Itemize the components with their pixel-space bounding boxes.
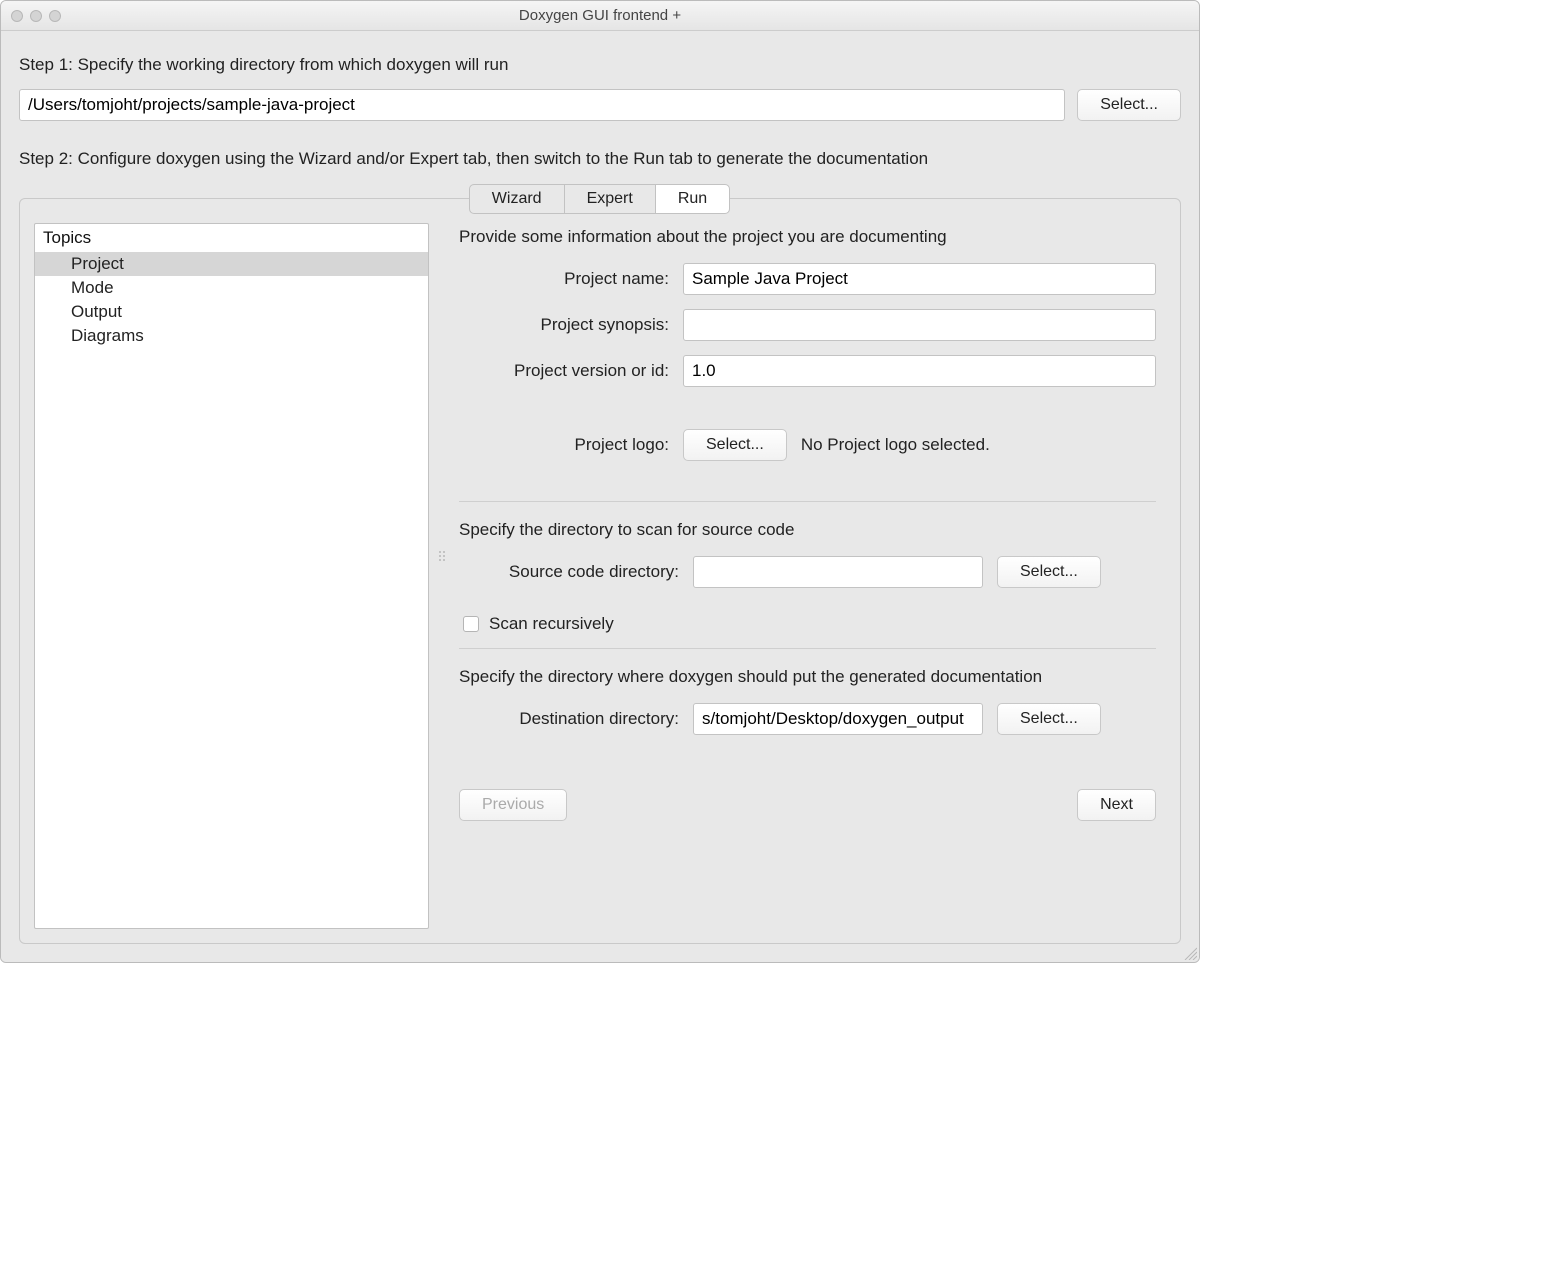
next-button[interactable]: Next <box>1077 789 1156 821</box>
dest-dir-label: Destination directory: <box>459 709 679 729</box>
tab-run[interactable]: Run <box>655 184 730 214</box>
tab-strip: Wizard Expert Run <box>19 184 1181 214</box>
working-directory-input[interactable] <box>19 89 1065 121</box>
wizard-content: Provide some information about the proje… <box>459 223 1166 929</box>
minimize-icon[interactable] <box>30 10 42 22</box>
dest-dir-input[interactable] <box>693 703 983 735</box>
tab-wizard[interactable]: Wizard <box>469 184 565 214</box>
window-title: Doxygen GUI frontend + <box>1 7 1199 24</box>
project-logo-status: No Project logo selected. <box>801 435 990 455</box>
divider-1 <box>459 501 1156 502</box>
window-body: Step 1: Specify the working directory fr… <box>1 31 1199 962</box>
source-dir-input[interactable] <box>693 556 983 588</box>
sidebar-item-project[interactable]: Project <box>35 252 428 276</box>
workdir-select-button[interactable]: Select... <box>1077 89 1181 121</box>
nav-row: Previous Next <box>459 789 1156 821</box>
project-synopsis-input[interactable] <box>683 309 1156 341</box>
project-version-row: Project version or id: <box>459 355 1156 387</box>
project-version-input[interactable] <box>683 355 1156 387</box>
scan-recursively-row: Scan recursively <box>463 614 1156 634</box>
step2-label: Step 2: Configure doxygen using the Wiza… <box>19 149 1181 169</box>
topics-header: Topics <box>35 224 428 252</box>
workdir-row: Select... <box>19 89 1181 121</box>
splitter-handle[interactable] <box>438 548 446 562</box>
titlebar: Doxygen GUI frontend + <box>1 1 1199 31</box>
sidebar-item-diagrams[interactable]: Diagrams <box>35 324 428 348</box>
wizard-pane: Topics Project Mode Output Diagrams Prov… <box>19 198 1181 944</box>
source-dir-row: Source code directory: Select... <box>459 556 1156 588</box>
project-name-label: Project name: <box>459 269 669 289</box>
divider-2 <box>459 648 1156 649</box>
project-name-input[interactable] <box>683 263 1156 295</box>
dest-heading: Specify the directory where doxygen shou… <box>459 667 1156 687</box>
tab-expert[interactable]: Expert <box>564 184 656 214</box>
project-synopsis-label: Project synopsis: <box>459 315 669 335</box>
topics-sidebar: Topics Project Mode Output Diagrams <box>34 223 429 929</box>
sidebar-item-output[interactable]: Output <box>35 300 428 324</box>
project-logo-row: Project logo: Select... No Project logo … <box>459 429 1156 461</box>
zoom-icon[interactable] <box>49 10 61 22</box>
project-synopsis-row: Project synopsis: <box>459 309 1156 341</box>
resize-grip-icon[interactable] <box>1181 944 1197 960</box>
scan-recursively-label: Scan recursively <box>489 614 614 634</box>
app-window: Doxygen GUI frontend + Step 1: Specify t… <box>0 0 1200 963</box>
source-dir-select-button[interactable]: Select... <box>997 556 1101 588</box>
project-name-row: Project name: <box>459 263 1156 295</box>
source-heading: Specify the directory to scan for source… <box>459 520 1156 540</box>
previous-button[interactable]: Previous <box>459 789 567 821</box>
dest-dir-select-button[interactable]: Select... <box>997 703 1101 735</box>
window-controls <box>1 10 61 22</box>
source-dir-label: Source code directory: <box>459 562 679 582</box>
scan-recursively-checkbox[interactable] <box>463 616 479 632</box>
project-logo-label: Project logo: <box>459 435 669 455</box>
project-logo-select-button[interactable]: Select... <box>683 429 787 461</box>
project-version-label: Project version or id: <box>459 361 669 381</box>
project-intro: Provide some information about the proje… <box>459 227 1156 247</box>
close-icon[interactable] <box>11 10 23 22</box>
sidebar-item-mode[interactable]: Mode <box>35 276 428 300</box>
dest-dir-row: Destination directory: Select... <box>459 703 1156 735</box>
step1-label: Step 1: Specify the working directory fr… <box>19 55 1181 75</box>
